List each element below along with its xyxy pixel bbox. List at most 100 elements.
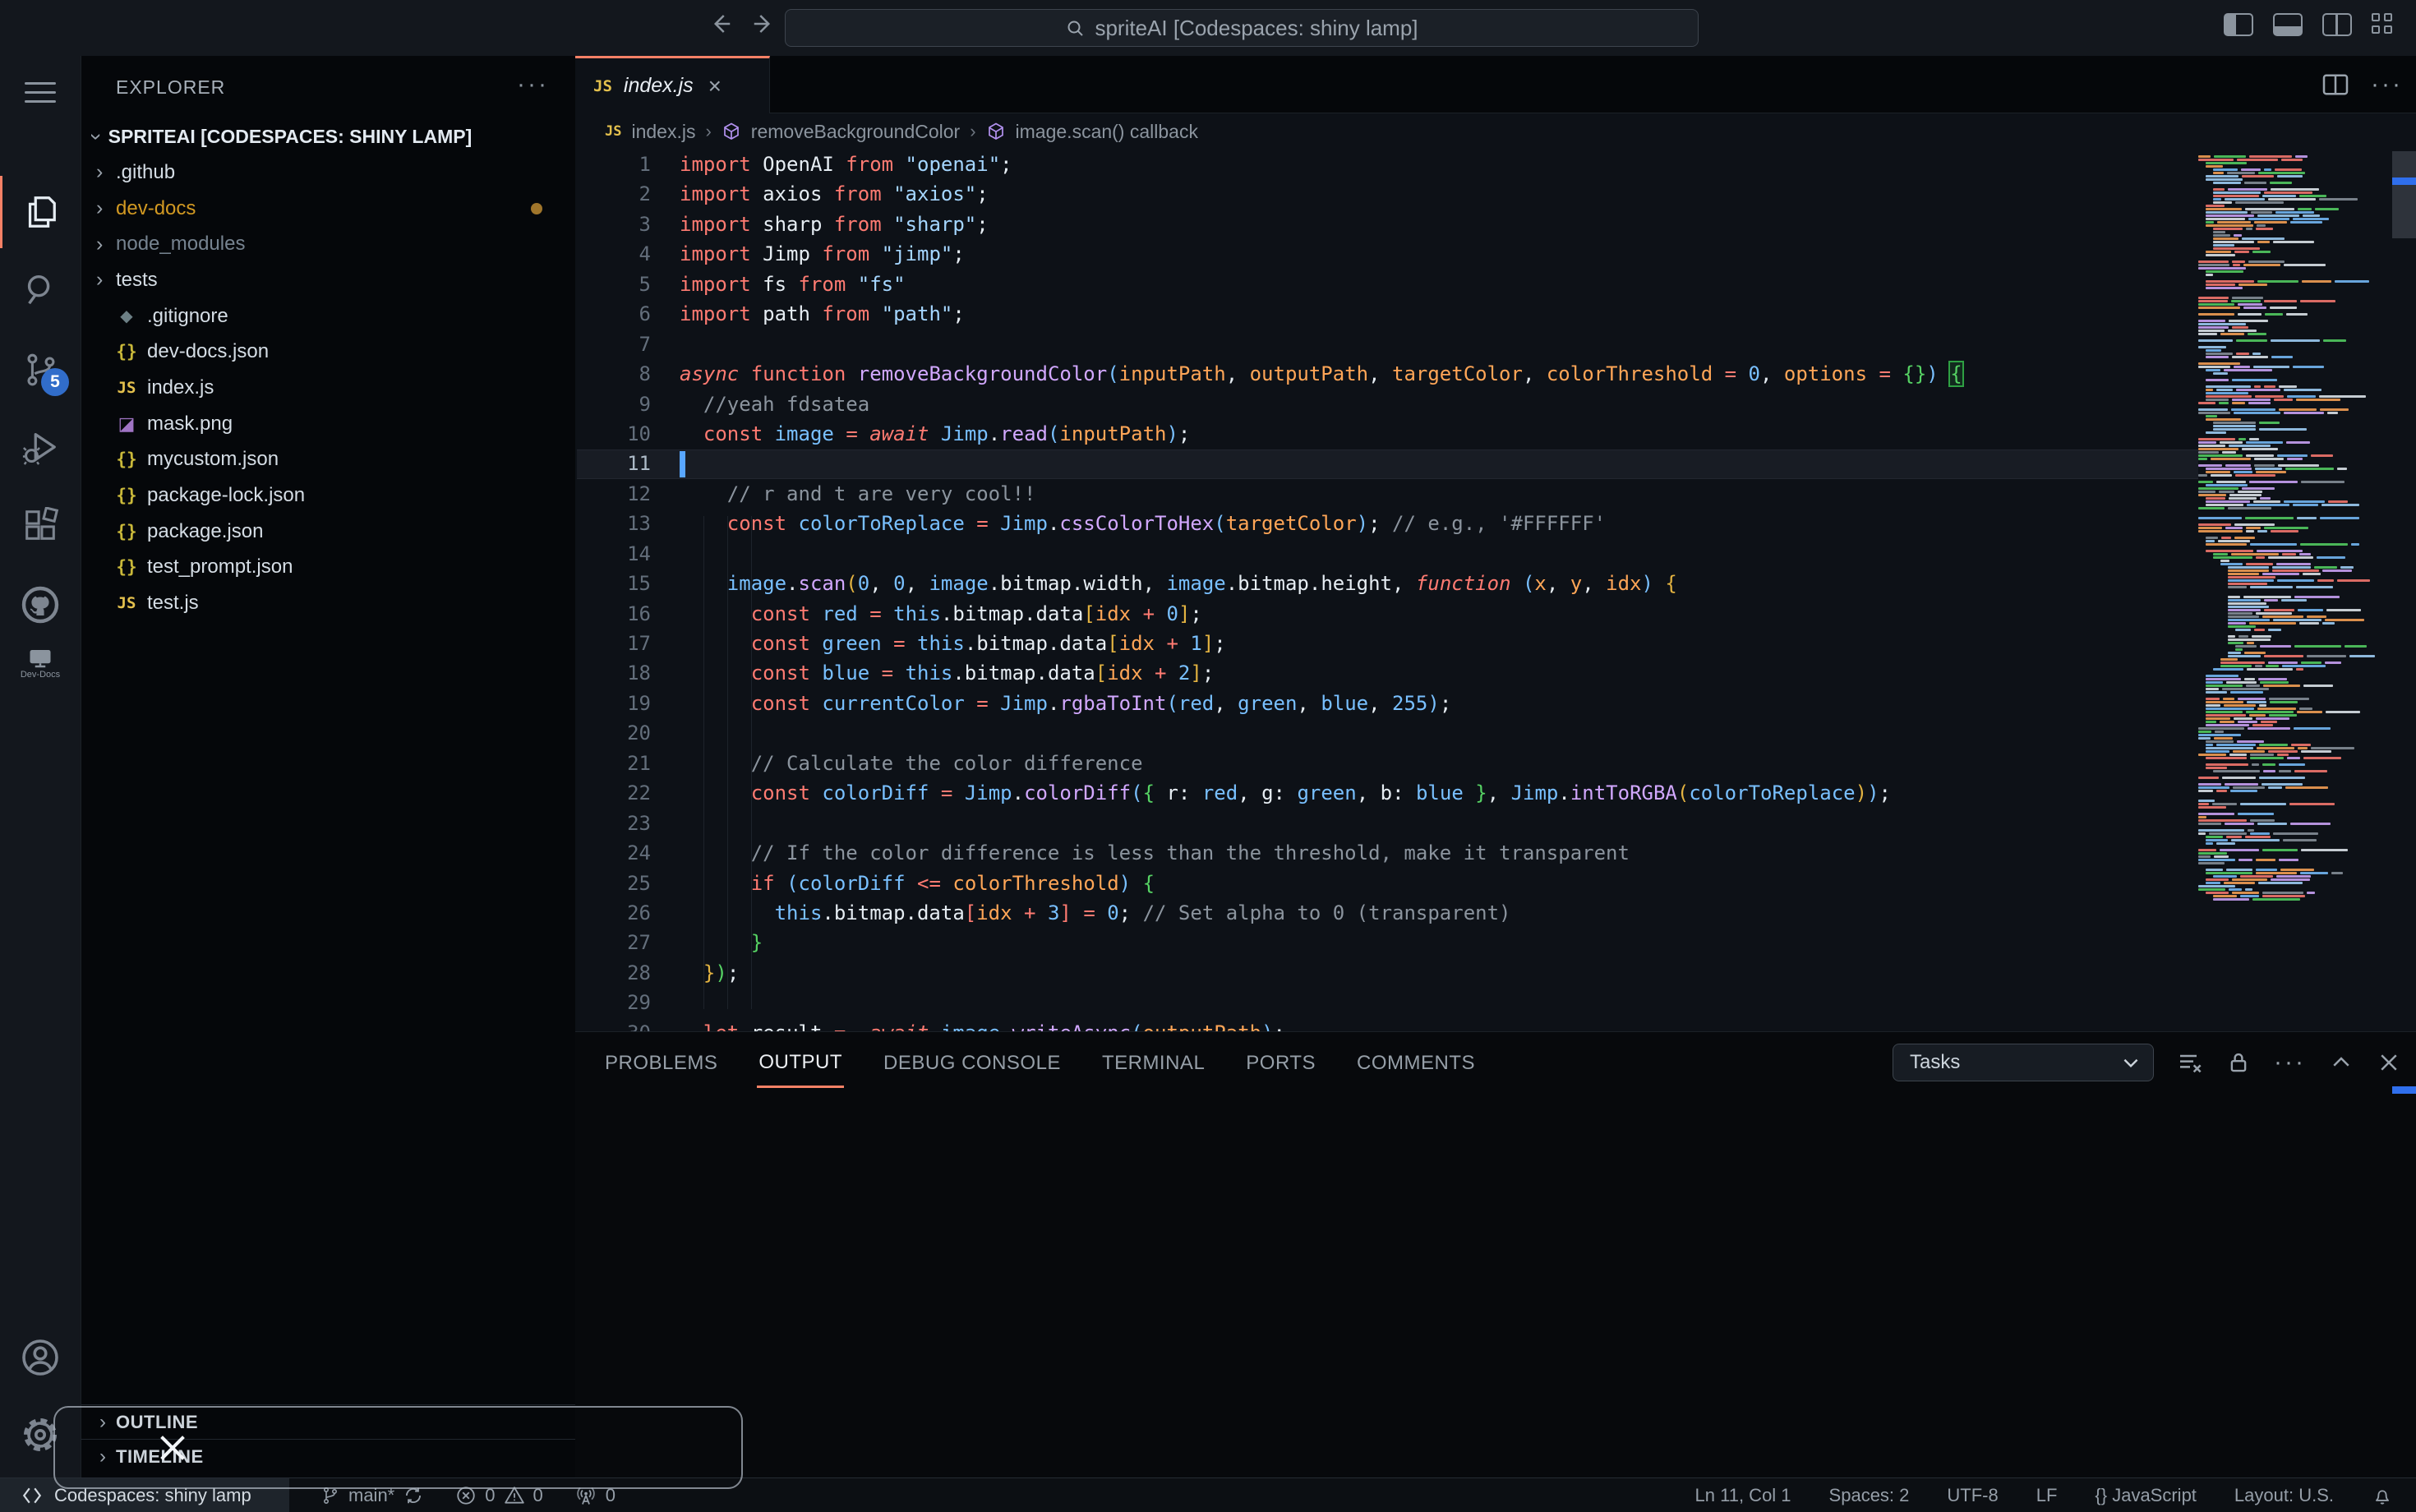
tree-item-dev-docs-json[interactable]: {}dev-docs.json	[81, 334, 575, 370]
timeline-section[interactable]: › TIMELINE	[81, 1439, 575, 1474]
bottom-panel: PROBLEMS OUTPUT DEBUG CONSOLE TERMINAL PORTS…	[575, 1031, 2416, 1477]
explorer-more-icon[interactable]: ···	[517, 71, 549, 99]
minimap-line	[2235, 645, 2389, 648]
tree-item-node-modules[interactable]: ›node_modules	[81, 226, 575, 262]
output-channel-select[interactable]: Tasks	[1893, 1044, 2154, 1081]
tree-item--gitignore[interactable]: ◆.gitignore	[81, 298, 575, 334]
source-control-icon[interactable]: 5	[0, 334, 81, 406]
close-panel-icon[interactable]	[2377, 1050, 2401, 1075]
minimap-line	[2198, 264, 2389, 266]
panel-tab-comments[interactable]: COMMENTS	[1355, 1040, 1477, 1086]
tree-item--github[interactable]: ›.github	[81, 154, 575, 191]
status-item-javascript[interactable]: {} JavaScript	[2095, 1485, 2197, 1506]
minimap-line	[2206, 685, 2389, 687]
status-item-spaces-2[interactable]: Spaces: 2	[1829, 1485, 1910, 1506]
dev-docs-extension-icon[interactable]: Dev-Docs	[0, 631, 81, 697]
tree-item-mycustom-json[interactable]: {}mycustom.json	[81, 442, 575, 478]
search-view-icon[interactable]	[0, 253, 81, 325]
remote-indicator[interactable]: Codespaces: shiny lamp	[0, 1478, 289, 1512]
tree-item-package-lock-json[interactable]: {}package-lock.json	[81, 477, 575, 514]
panel-tab-terminal[interactable]: TERMINAL	[1100, 1040, 1206, 1086]
scrollbar-slider[interactable]	[2392, 151, 2416, 238]
minimap-line	[2198, 527, 2389, 529]
tree-item-dev-docs[interactable]: ›dev-docs	[81, 191, 575, 227]
line-number: 14	[575, 539, 651, 569]
minimap-line	[2228, 622, 2389, 625]
menu-icon[interactable]	[0, 56, 81, 128]
status-item-utf-8[interactable]: UTF-8	[1947, 1485, 1998, 1506]
toggle-panel-icon[interactable]	[2273, 13, 2303, 36]
account-icon[interactable]	[0, 1321, 81, 1394]
code-line-5: import fs from "fs"	[680, 270, 1962, 299]
code-line-7	[680, 330, 1962, 359]
tree-item-test-js[interactable]: JStest.js	[81, 585, 575, 621]
breadcrumb-file[interactable]: index.js	[631, 121, 695, 143]
tree-item-mask-png[interactable]: ◪mask.png	[81, 406, 575, 442]
status-item-layout-u-s[interactable]: Layout: U.S.	[2234, 1485, 2334, 1506]
panel-tab-problems[interactable]: PROBLEMS	[603, 1040, 719, 1086]
minimap-line	[2228, 596, 2389, 598]
outline-section[interactable]: › OUTLINE	[81, 1404, 575, 1440]
panel-tab-debug-console[interactable]: DEBUG CONSOLE	[882, 1040, 1063, 1086]
code-line-13: const colorToReplace = Jimp.cssColorToHe…	[680, 509, 1962, 538]
minimap-line	[2198, 533, 2389, 536]
minimap-line	[2206, 431, 2389, 434]
minimap-line	[2198, 339, 2389, 342]
minimap-line	[2228, 642, 2389, 644]
clear-output-icon[interactable]	[2177, 1049, 2203, 1076]
extensions-icon[interactable]	[0, 490, 81, 562]
line-number: 5	[575, 270, 651, 299]
lock-scroll-icon[interactable]	[2226, 1049, 2251, 1076]
breadcrumb-separator: ›	[705, 121, 711, 142]
minimap-line	[2206, 767, 2389, 769]
code-content[interactable]: import OpenAI from "openai";import axios…	[680, 150, 1962, 1048]
minimap-line	[2198, 267, 2389, 270]
minimap-line	[2198, 780, 2389, 782]
dev-docs-label: Dev-Docs	[21, 670, 60, 680]
minimap-line	[2198, 829, 2389, 832]
minimap-line	[2228, 652, 2389, 654]
tab-index-js[interactable]: JS index.js ×	[575, 56, 770, 113]
editor-more-actions-icon[interactable]: ···	[2371, 71, 2403, 99]
split-editor-icon[interactable]	[2321, 73, 2349, 96]
breadcrumb-symbol[interactable]: image.scan() callback	[1016, 121, 1198, 143]
minimap-line	[2228, 583, 2389, 585]
tree-item-test-prompt-json[interactable]: {}test_prompt.json	[81, 550, 575, 586]
problems-status[interactable]: 0 0	[455, 1485, 543, 1506]
minimap-line	[2198, 592, 2389, 595]
customize-layout-icon[interactable]	[2372, 13, 2401, 36]
tree-item-label: index.js	[147, 376, 214, 399]
minimap-line	[2206, 497, 2389, 500]
tree-item-tests[interactable]: ›tests	[81, 262, 575, 298]
status-item-lf[interactable]: LF	[2036, 1485, 2058, 1506]
minimap-line	[2206, 701, 2389, 703]
timeline-label: TIMELINE	[116, 1446, 204, 1468]
command-center-search[interactable]: spriteAI [Codespaces: shiny lamp]	[785, 9, 1699, 47]
nav-back-icon[interactable]	[708, 12, 733, 36]
tab-close-icon[interactable]: ×	[708, 73, 722, 99]
panel-tab-output[interactable]: OUTPUT	[757, 1040, 844, 1088]
minimap[interactable]	[2198, 152, 2389, 924]
nav-forward-icon[interactable]	[751, 12, 776, 36]
toggle-sidebar-icon[interactable]	[2224, 13, 2253, 36]
panel-more-actions-icon[interactable]: ···	[2274, 1049, 2306, 1076]
minimap-line	[2228, 625, 2389, 628]
maximize-panel-icon[interactable]	[2329, 1050, 2354, 1075]
settings-gear-icon[interactable]	[0, 1399, 81, 1471]
github-icon[interactable]	[0, 569, 81, 641]
notifications-bell-icon[interactable]	[2372, 1485, 2393, 1506]
tree-item-package-json[interactable]: {}package.json	[81, 514, 575, 550]
tree-item-index-js[interactable]: JSindex.js	[81, 370, 575, 406]
explorer-icon[interactable]	[0, 176, 81, 248]
ports-status[interactable]: 0	[574, 1484, 616, 1507]
branch-status[interactable]: main*	[320, 1485, 424, 1506]
workspace-root-row[interactable]: › SPRITEAI [CODESPACES: SHINY LAMP]	[81, 118, 575, 154]
minimap-line	[2198, 438, 2389, 440]
run-debug-icon[interactable]	[0, 411, 81, 483]
toggle-secondary-sidebar-icon[interactable]	[2322, 13, 2352, 36]
line-number: 7	[575, 330, 651, 359]
status-item-ln-11-col-1[interactable]: Ln 11, Col 1	[1695, 1485, 1791, 1506]
panel-tab-ports[interactable]: PORTS	[1244, 1040, 1317, 1086]
breadcrumb-symbol[interactable]: removeBackgroundColor	[751, 121, 960, 143]
json-file-icon: {}	[111, 342, 142, 362]
